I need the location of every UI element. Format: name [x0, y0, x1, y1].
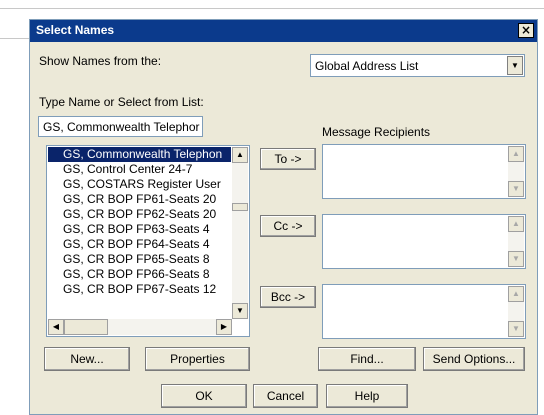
scroll-left-icon[interactable]: ◀	[48, 319, 64, 335]
properties-button[interactable]: Properties	[145, 347, 250, 371]
bcc-button[interactable]: Bcc ->	[260, 286, 316, 308]
cc-recipients-scrollbar[interactable]: ▲ ▼	[508, 216, 524, 267]
title-bar[interactable]: Select Names ×	[30, 20, 537, 42]
scroll-up-icon[interactable]: ▲	[508, 286, 524, 302]
cc-button[interactable]: Cc ->	[260, 215, 316, 237]
scroll-up-icon[interactable]: ▲	[508, 216, 524, 232]
close-icon: ×	[520, 23, 532, 37]
list-item[interactable]: GS, CR BOP FP65-Seats 8	[48, 252, 231, 267]
name-search-input[interactable]: GS, Commonwealth Telephor	[38, 116, 203, 137]
to-button[interactable]: To ->	[260, 148, 316, 170]
names-list[interactable]: GS, Commonwealth Telephon GS, Control Cen…	[46, 145, 250, 337]
to-recipients-box[interactable]: ▲ ▼	[322, 144, 526, 199]
chevron-down-icon[interactable]: ▼	[507, 56, 523, 75]
scroll-up-icon[interactable]: ▲	[232, 147, 248, 163]
list-item[interactable]: GS, Control Center 24-7	[48, 162, 231, 177]
help-button[interactable]: Help	[326, 384, 408, 408]
scroll-up-icon[interactable]: ▲	[508, 146, 524, 162]
names-list-horizontal-scrollbar[interactable]: ◀ ▶	[48, 319, 232, 335]
names-list-rows: GS, Commonwealth Telephon GS, Control Cen…	[48, 147, 231, 318]
scroll-down-icon[interactable]: ▼	[508, 251, 524, 267]
list-item[interactable]: GS, COSTARS Register User	[48, 177, 231, 192]
list-item[interactable]: GS, CR BOP FP67-Seats 12	[48, 282, 231, 297]
send-options-button[interactable]: Send Options...	[423, 347, 525, 371]
list-item[interactable]: GS, CR BOP FP66-Seats 8	[48, 267, 231, 282]
ok-button[interactable]: OK	[161, 384, 247, 408]
scroll-down-icon[interactable]: ▼	[508, 181, 524, 197]
address-book-value: Global Address List	[315, 59, 419, 73]
scroll-right-icon[interactable]: ▶	[216, 319, 232, 335]
bcc-recipients-box[interactable]: ▲ ▼	[322, 284, 526, 339]
cc-recipients-box[interactable]: ▲ ▼	[322, 214, 526, 269]
select-names-dialog: Select Names × Show Names from the: Glob…	[29, 19, 538, 415]
background-line	[0, 8, 544, 9]
scroll-down-icon[interactable]: ▼	[508, 321, 524, 337]
names-list-vertical-scrollbar[interactable]: ▲ ▼	[232, 147, 248, 319]
bcc-recipients-scrollbar[interactable]: ▲ ▼	[508, 286, 524, 337]
horizontal-scroll-thumb[interactable]	[64, 319, 108, 335]
scroll-thumb[interactable]	[232, 203, 248, 211]
close-button[interactable]: ×	[518, 23, 534, 38]
list-item[interactable]: GS, CR BOP FP61-Seats 20	[48, 192, 231, 207]
list-item[interactable]: GS, CR BOP FP63-Seats 4	[48, 222, 231, 237]
dialog-title: Select Names	[36, 23, 115, 37]
address-book-dropdown[interactable]: Global Address List ▼	[310, 54, 525, 77]
type-name-label: Type Name or Select from List:	[39, 95, 204, 109]
new-button[interactable]: New...	[44, 347, 130, 371]
scroll-down-icon[interactable]: ▼	[232, 303, 248, 319]
list-item[interactable]: GS, Commonwealth Telephon	[48, 147, 231, 162]
message-recipients-label: Message Recipients	[322, 125, 431, 139]
list-item[interactable]: GS, CR BOP FP62-Seats 20	[48, 207, 231, 222]
cancel-button[interactable]: Cancel	[253, 384, 318, 408]
find-button[interactable]: Find...	[318, 347, 416, 371]
background-line	[0, 38, 29, 39]
list-item[interactable]: GS, CR BOP FP64-Seats 4	[48, 237, 231, 252]
to-recipients-scrollbar[interactable]: ▲ ▼	[508, 146, 524, 197]
show-names-label: Show Names from the:	[39, 54, 162, 68]
